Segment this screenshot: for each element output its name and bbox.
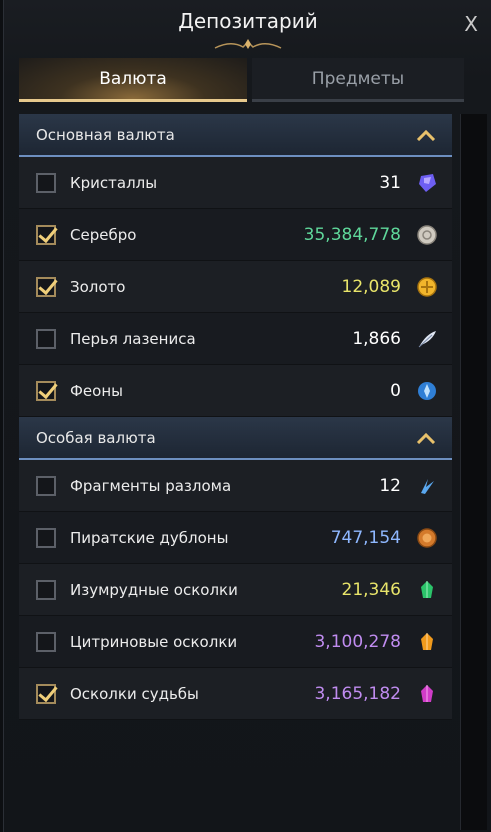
pheon-icon [415, 379, 439, 403]
currency-row-gold[interactable]: Золото 12,089 [19, 261, 452, 313]
currency-label: Золото [70, 277, 126, 296]
collapse-chevron-icon[interactable] [416, 129, 436, 141]
title-bar[interactable]: Депозитарий X [4, 0, 491, 52]
gold-coin-icon [415, 275, 439, 299]
section-title: Основная валюта [36, 125, 175, 144]
depository-window: Депозитарий X Валюта Предметы Основная в… [3, 0, 491, 832]
currency-label: Серебро [70, 225, 137, 244]
currency-row-rift-fragments[interactable]: Фрагменты разлома 12 [19, 460, 452, 512]
window-title: Депозитарий [178, 9, 318, 33]
emerald-shard-icon [415, 578, 439, 602]
currency-label: Цитриновые осколки [70, 632, 238, 651]
currency-row-citrine[interactable]: Цитриновые осколки 3,100,278 [19, 616, 452, 668]
currency-row-emerald[interactable]: Изумрудные осколки 21,346 [19, 564, 452, 616]
checkbox-feathers[interactable] [36, 328, 56, 349]
tab-bar: Валюта Предметы [19, 58, 464, 102]
currency-label: Феоны [70, 381, 123, 400]
feather-icon [415, 327, 439, 351]
currency-list: Основная валюта Кристаллы 31 Серебро 35,… [19, 114, 452, 720]
currency-row-destiny[interactable]: Осколки судьбы 3,165,182 [19, 668, 452, 720]
currency-value: 12 [379, 475, 401, 496]
currency-value: 3,165,182 [314, 683, 401, 704]
section-main-currency-header[interactable]: Основная валюта [19, 114, 452, 157]
currency-row-crystals[interactable]: Кристаллы 31 [19, 157, 452, 209]
tab-currency[interactable]: Валюта [19, 58, 247, 102]
currency-label: Перья лазениса [70, 329, 196, 348]
currency-row-pheons[interactable]: Феоны 0 [19, 365, 452, 417]
checkbox-destiny[interactable] [36, 683, 56, 704]
currency-row-silver[interactable]: Серебро 35,384,778 [19, 209, 452, 261]
rift-shard-icon [415, 474, 439, 498]
checkbox-doubloons[interactable] [36, 527, 56, 548]
currency-value: 21,346 [341, 579, 401, 600]
close-button[interactable]: X [464, 12, 478, 36]
currency-row-feathers[interactable]: Перья лазениса 1,866 [19, 313, 452, 365]
section-special-currency-header[interactable]: Особая валюта [19, 417, 452, 460]
section-title: Особая валюта [36, 428, 156, 447]
currency-label: Пиратские дублоны [70, 528, 229, 547]
citrine-shard-icon [415, 630, 439, 654]
currency-label: Изумрудные осколки [70, 580, 238, 599]
currency-value: 0 [390, 380, 401, 401]
checkbox-pheons[interactable] [36, 380, 56, 401]
currency-value: 747,154 [330, 527, 401, 548]
checkbox-citrine[interactable] [36, 631, 56, 652]
checkbox-rift-fragments[interactable] [36, 475, 56, 496]
title-ornament-icon [214, 39, 282, 49]
crystal-icon [415, 171, 439, 195]
scrollbar-track[interactable] [460, 114, 487, 830]
doubloon-icon [415, 526, 439, 550]
currency-value: 12,089 [341, 276, 401, 297]
currency-value: 3,100,278 [314, 631, 401, 652]
checkbox-emerald[interactable] [36, 579, 56, 600]
destiny-shard-icon [415, 682, 439, 706]
currency-label: Кристаллы [70, 173, 158, 192]
silver-coin-icon [415, 223, 439, 247]
tab-items[interactable]: Предметы [252, 58, 464, 102]
currency-label: Осколки судьбы [70, 684, 199, 703]
checkbox-silver[interactable] [36, 224, 56, 245]
currency-label: Фрагменты разлома [70, 476, 232, 495]
collapse-chevron-icon[interactable] [416, 432, 436, 444]
currency-value: 35,384,778 [303, 224, 401, 245]
currency-value: 1,866 [352, 328, 401, 349]
currency-row-doubloons[interactable]: Пиратские дублоны 747,154 [19, 512, 452, 564]
checkbox-crystals[interactable] [36, 172, 56, 193]
currency-value: 31 [379, 172, 401, 193]
checkbox-gold[interactable] [36, 276, 56, 297]
